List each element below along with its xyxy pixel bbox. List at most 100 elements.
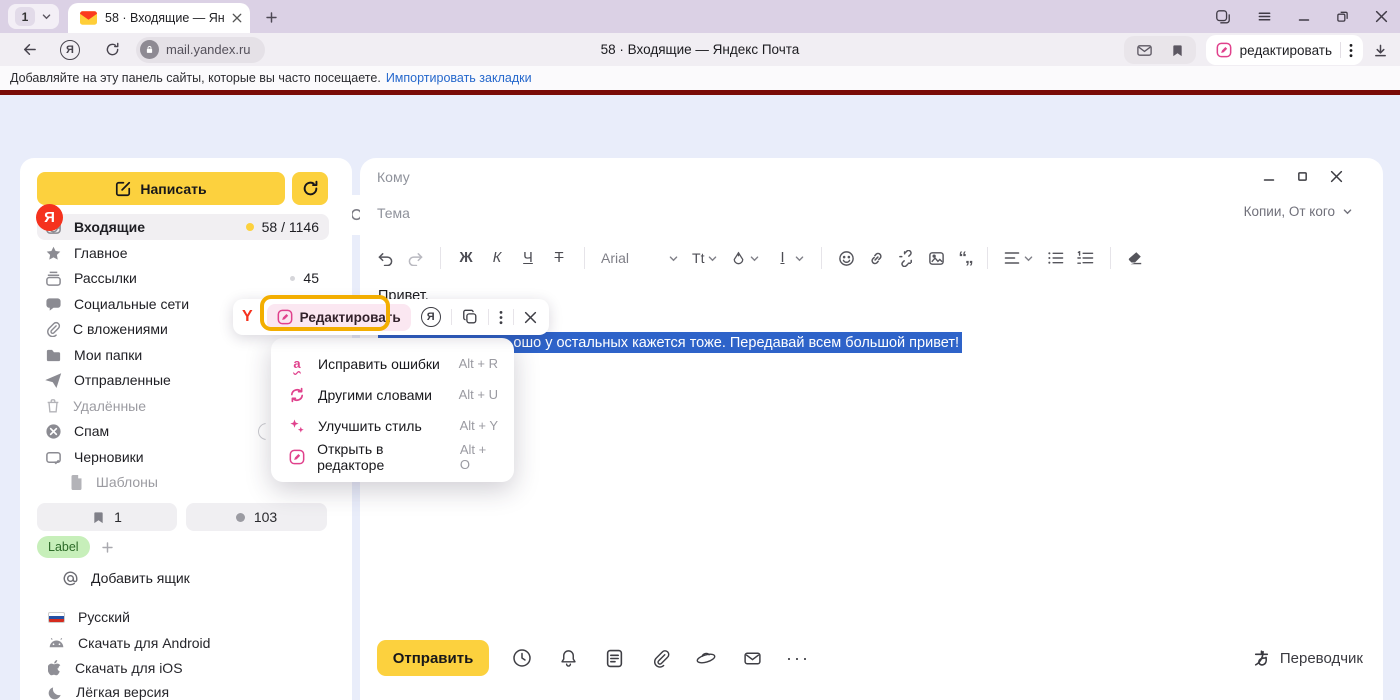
refresh-mail-button[interactable] (292, 172, 328, 205)
spam-icon (45, 423, 62, 440)
tab-counter[interactable]: 1 (8, 4, 59, 29)
emoji-icon[interactable] (838, 250, 855, 267)
dot-icon (236, 513, 245, 522)
chevron-down-icon[interactable] (41, 11, 52, 22)
menu-item-rephrase[interactable]: Другими словами Alt + U (271, 379, 514, 410)
chat-icon (45, 296, 62, 313)
menu-item-improve-style[interactable]: Улучшить стиль Alt + Y (271, 410, 514, 441)
close-popup-icon[interactable] (524, 311, 537, 324)
mailing-icon (45, 270, 62, 287)
language-link[interactable]: Русский (48, 605, 130, 629)
menu-item-open-editor[interactable]: Открыть в редакторе Alt + O (271, 441, 514, 472)
ios-link[interactable]: Скачать для iOS (48, 656, 183, 680)
cc-from-link[interactable]: Копии, От кого (1244, 204, 1353, 219)
add-label-icon[interactable] (101, 541, 114, 554)
download-icon[interactable] (1373, 43, 1388, 58)
font-chevron-icon[interactable] (668, 253, 679, 264)
font-select[interactable]: Arial (601, 250, 629, 266)
undo-icon[interactable] (377, 251, 394, 266)
menu-icon[interactable] (1257, 9, 1272, 24)
mail-header: Я 360 Поиск Почта Диск Документы 17 Ка (0, 95, 1400, 158)
trash-icon (45, 398, 61, 414)
link-icon[interactable] (868, 250, 885, 267)
redo-icon[interactable] (407, 251, 424, 266)
kebab-icon[interactable] (1349, 43, 1353, 58)
lock-icon (140, 40, 159, 59)
android-icon (48, 637, 65, 649)
numbered-list-icon[interactable] (1077, 251, 1094, 265)
import-bookmarks-link[interactable]: Импортировать закладки (386, 71, 532, 85)
eraser-icon[interactable] (1127, 250, 1143, 266)
toolbar-right: редактировать (1124, 36, 1388, 64)
light-version-link[interactable]: Лёгкая версия (48, 680, 169, 700)
plus-icon (265, 11, 278, 24)
yandex-search-icon[interactable]: Я (421, 307, 441, 327)
note-icon[interactable] (591, 649, 637, 668)
browser-tab-strip: 1 58 · Входящие — Янде (0, 0, 1400, 33)
bookmarks-hint: Добавляйте на эту панель сайты, которые … (10, 71, 381, 85)
minimize-icon[interactable] (1298, 11, 1310, 23)
restore-icon[interactable] (1336, 10, 1349, 23)
quote-icon[interactable]: “„ (958, 248, 971, 268)
ai-edit-button[interactable]: Редактировать (267, 304, 411, 331)
unlink-icon[interactable] (898, 250, 915, 267)
underline-button[interactable]: Ч (519, 250, 537, 266)
folder-newsletters[interactable]: Рассылки 45 (37, 265, 329, 291)
popout-icon[interactable] (1297, 171, 1308, 182)
kebab-icon[interactable] (499, 310, 503, 325)
align-button[interactable] (1004, 251, 1034, 265)
bullet-list-icon[interactable] (1047, 251, 1064, 265)
more-options-icon[interactable]: ··· (775, 648, 821, 669)
close-window-icon[interactable] (1375, 10, 1388, 23)
yandex-browser-icon[interactable]: Я (56, 40, 84, 60)
italic-button[interactable]: К (488, 250, 506, 266)
image-icon[interactable] (928, 250, 945, 267)
panels-icon[interactable] (1215, 9, 1231, 25)
translator-button[interactable]: Переводчик (1252, 649, 1363, 668)
strikethrough-button[interactable]: Т (550, 250, 568, 266)
refresh-icon[interactable] (98, 42, 126, 57)
folder-inbox[interactable]: Входящие 58 / 1146 (37, 214, 329, 240)
bookmark-icon[interactable] (1171, 44, 1184, 57)
text-color-button[interactable]: I (773, 250, 805, 266)
subject-field[interactable]: Тема (377, 205, 410, 221)
attach-from-mail-icon[interactable] (729, 649, 775, 668)
window-controls (1215, 0, 1388, 33)
copy-icon[interactable] (462, 309, 478, 325)
send-button[interactable]: Отправить (377, 640, 489, 676)
chevron-down-icon (1342, 206, 1353, 217)
bookmarks-counter[interactable]: 1 (37, 503, 177, 531)
schedule-icon[interactable] (499, 648, 545, 668)
browser-tab[interactable]: 58 · Входящие — Янде (68, 3, 250, 33)
folder-main[interactable]: Главное (37, 240, 329, 266)
attach-file-icon[interactable] (637, 649, 683, 668)
label-tag[interactable]: Label (37, 536, 90, 558)
address-bar[interactable]: mail.yandex.ru (136, 37, 265, 63)
labels-row: Label (37, 536, 114, 558)
drafts-icon (45, 449, 62, 466)
ai-popup-bar: Y Редактировать Я (233, 299, 549, 335)
notify-icon[interactable] (545, 648, 591, 668)
unread-dot (246, 223, 254, 231)
minimize-compose-icon[interactable] (1263, 171, 1275, 183)
bold-button[interactable]: Ж (457, 250, 475, 266)
menu-item-fix-errors[interactable]: а Исправить ошибки Alt + R (271, 348, 514, 379)
new-tab-button[interactable] (258, 6, 284, 28)
mail-check-icon[interactable] (1136, 42, 1153, 59)
disk-attach-icon[interactable] (683, 649, 729, 667)
compose-button[interactable]: Написать (37, 172, 285, 205)
highlight-color-button[interactable] (731, 251, 760, 266)
sent-icon (45, 372, 62, 389)
tab-close-icon[interactable] (232, 13, 242, 23)
android-link[interactable]: Скачать для Android (48, 631, 210, 655)
to-field[interactable]: Кому (377, 169, 410, 185)
edit-pill-label: редактировать (1240, 43, 1332, 58)
unread-counter[interactable]: 103 (186, 503, 327, 531)
send-toolbar: Отправить ··· Переводчик (377, 640, 1363, 676)
add-mailbox[interactable]: Добавить ящик (62, 566, 190, 590)
apple-icon (48, 660, 62, 676)
browser-edit-pill[interactable]: редактировать (1206, 35, 1363, 65)
back-icon[interactable] (14, 41, 42, 58)
font-size-button[interactable]: Tt (692, 250, 718, 266)
close-compose-icon[interactable] (1330, 170, 1343, 183)
